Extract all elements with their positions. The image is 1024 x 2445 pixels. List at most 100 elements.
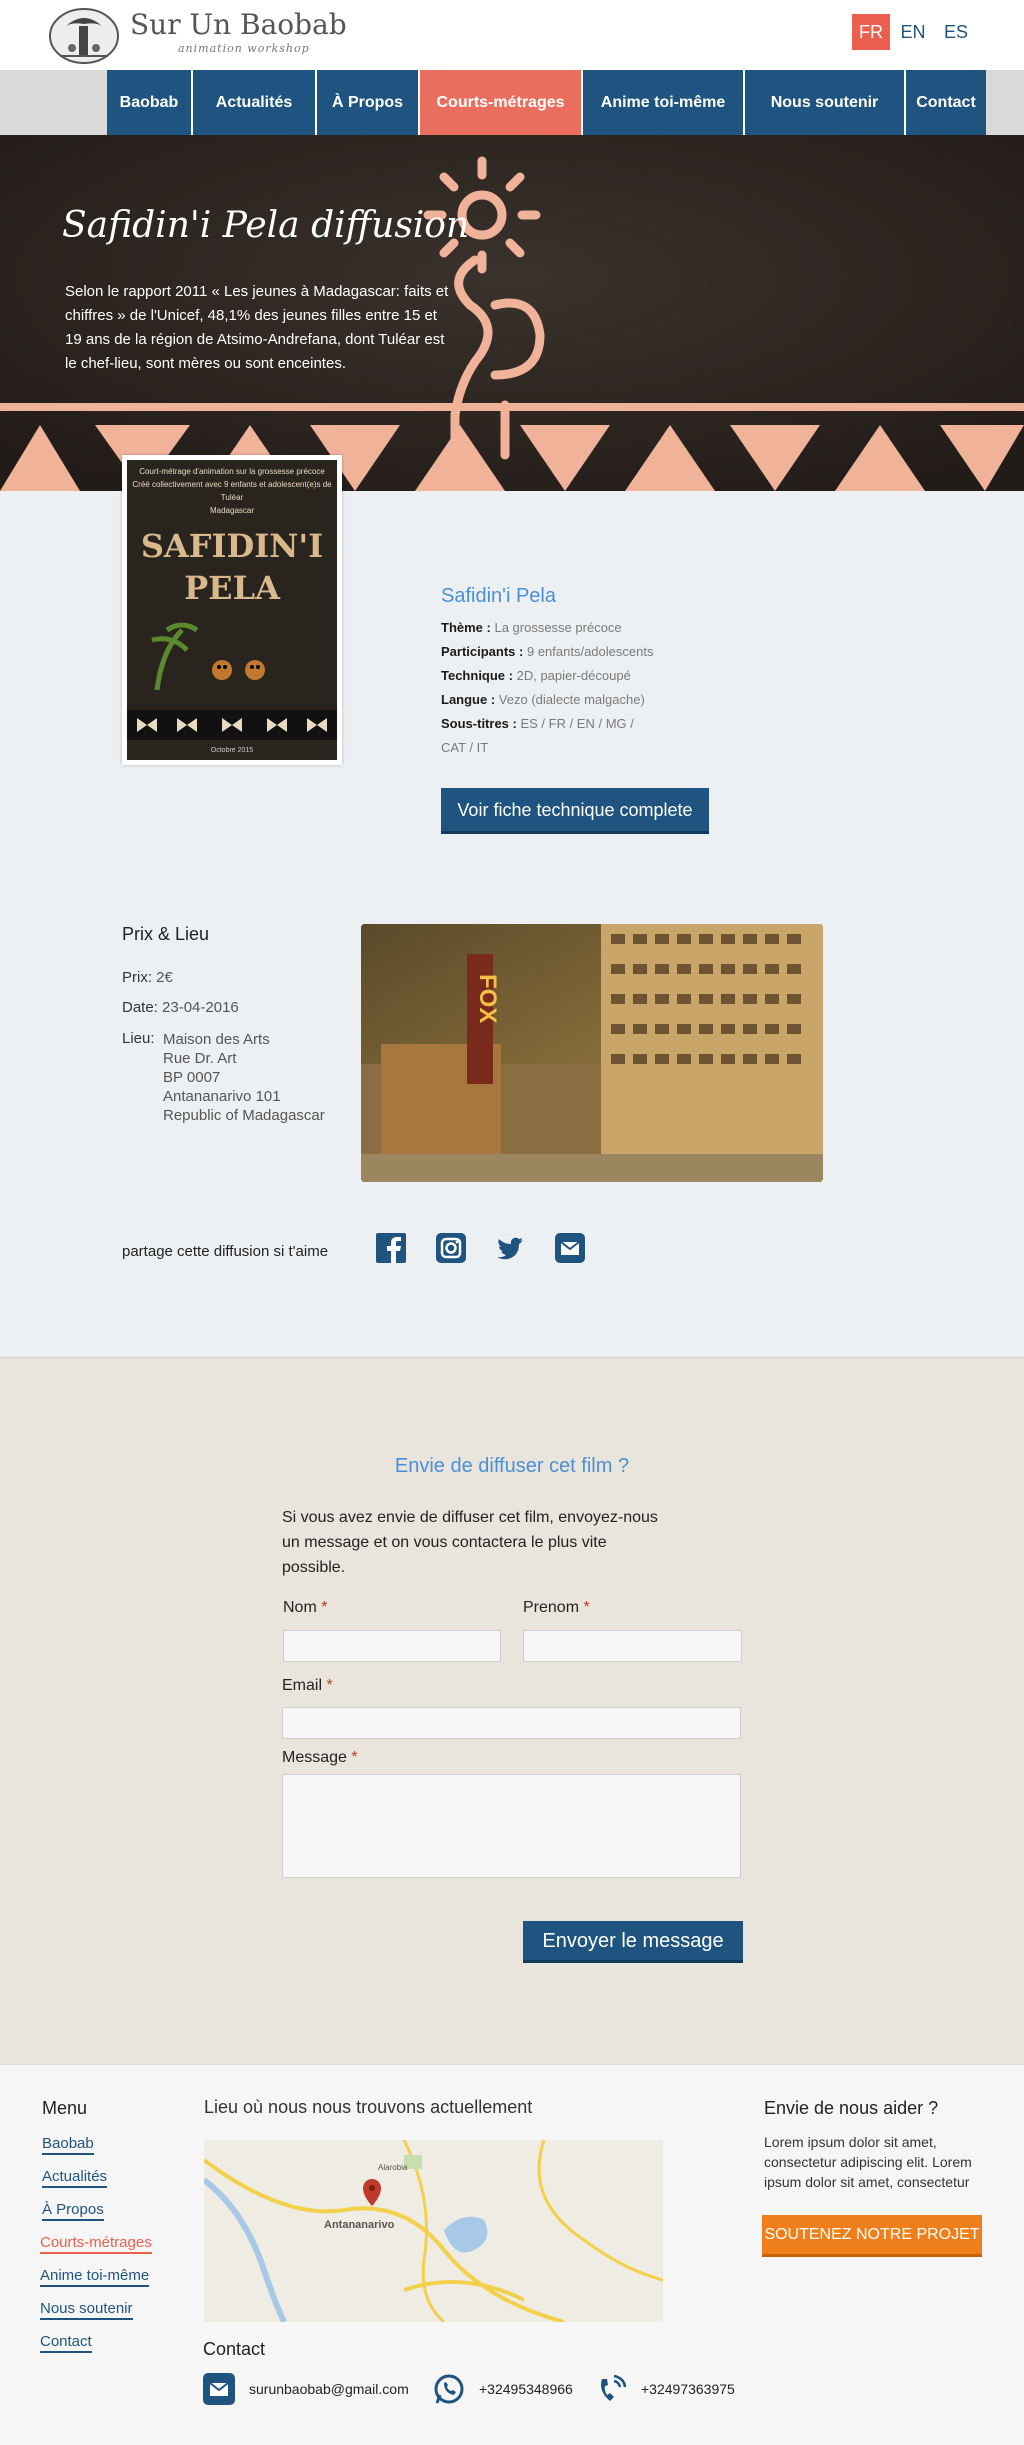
map-place-label: Alarobia [378, 2163, 408, 2172]
tech-sheet-button[interactable]: Voir fiche technique complete [441, 788, 709, 834]
place-label: Lieu: [122, 1030, 155, 1047]
spec-label: Participants : [441, 644, 524, 659]
nav-actualites[interactable]: Actualités [193, 70, 317, 135]
poster-caption: Court-métrage d'animation sur la grosses… [127, 465, 337, 517]
location-title: Lieu où nous nous trouvons actuellement [204, 2097, 533, 2117]
venue-photo: FOX [361, 924, 823, 1182]
message-label: Message * [282, 1749, 358, 1767]
spec-technique: Technique : 2D, papier-découpé [441, 664, 631, 688]
prenom-label: Prenom * [523, 1599, 590, 1617]
place-address: Maison des Arts Rue Dr. Art BP 0007 Anta… [163, 1030, 325, 1125]
required-mark: * [583, 1599, 590, 1616]
whatsapp-icon[interactable] [433, 2373, 465, 2405]
address-line: Antananarivo 101 [163, 1088, 281, 1105]
instagram-icon[interactable] [436, 1233, 466, 1263]
address-line: BP 0007 [163, 1069, 221, 1086]
email-icon[interactable] [555, 1233, 585, 1263]
price-value: 2€ [156, 969, 173, 986]
footer-menu-nous-soutenir[interactable]: Nous soutenir [40, 2300, 133, 2320]
map-image: Antananarivo Alarobia [204, 2140, 663, 2322]
spec-sous-titres-cont: CAT / IT [441, 740, 489, 755]
lang-en-button[interactable]: EN [894, 14, 932, 50]
nav-contact[interactable]: Contact [906, 70, 986, 135]
lang-es-button[interactable]: ES [937, 14, 975, 50]
spec-value: La grossesse précoce [494, 620, 622, 635]
date-label: Date: [122, 999, 158, 1016]
spec-label: Technique : [441, 668, 513, 683]
brand-name: Sur Un Baobab [130, 8, 347, 41]
footer-menu-courts-metrages[interactable]: Courts-métrages [40, 2234, 152, 2254]
spec-label: Thème : [441, 620, 491, 635]
footer-menu-a-propos[interactable]: À Propos [42, 2201, 104, 2221]
location-map[interactable]: Antananarivo Alarobia [204, 2140, 663, 2322]
nom-input[interactable] [283, 1630, 501, 1662]
spec-participants: Participants : 9 enfants/adolescents [441, 640, 653, 664]
help-title: Envie de nous aider ? [764, 2098, 939, 2118]
email-input[interactable] [282, 1707, 741, 1739]
address-line: Rue Dr. Art [163, 1050, 237, 1067]
nav-a-propos[interactable]: À Propos [317, 70, 420, 135]
nav-baobab[interactable]: Baobab [107, 70, 193, 135]
baobab-logo-icon [49, 8, 119, 64]
contact-email[interactable]: surunbaobab@gmail.com [249, 2381, 409, 2397]
spec-value: 9 enfants/adolescents [526, 644, 654, 659]
nom-label-text: Nom [283, 1599, 317, 1616]
contact-whatsapp[interactable]: +32495348966 [479, 2381, 573, 2397]
contact-form-intro: Si vous avez envie de diffuser cet film,… [282, 1509, 658, 1576]
support-project-button[interactable]: SOUTENEZ NOTRE PROJET [762, 2215, 982, 2257]
message-textarea[interactable] [282, 1774, 741, 1878]
lang-fr-button[interactable]: FR [852, 14, 890, 50]
spec-sous-titres: Sous-titres : ES / FR / EN / MG / [441, 712, 634, 736]
spec-label: Langue : [441, 692, 496, 707]
contact-form-title: Envie de diffuser cet film ? [394, 1455, 630, 1477]
contact-phone[interactable]: +32497363975 [641, 2381, 735, 2397]
poster-title-line: PELA [184, 569, 280, 607]
spec-value: Vezo (dialecte malgache) [498, 692, 645, 707]
prenom-input[interactable] [523, 1630, 742, 1662]
nav-nous-soutenir[interactable]: Nous soutenir [745, 70, 906, 135]
required-mark: * [351, 1749, 358, 1766]
film-poster[interactable]: Court-métrage d'animation sur la grosses… [122, 455, 342, 765]
nav-courts-metrages[interactable]: Courts-métrages [420, 70, 583, 135]
date-row: Date: 23-04-2016 [122, 999, 239, 1016]
footer-menu-actualites[interactable]: Actualités [42, 2168, 108, 2188]
footer-menu-anime-toi-meme[interactable]: Anime toi-même [40, 2267, 150, 2287]
spec-theme: Thème : La grossesse précoce [441, 616, 622, 640]
poster-caption-line: Créé collectivement avec 9 enfants et ad… [132, 480, 332, 502]
venue-sign-text: FOX [474, 974, 501, 1023]
footer-menu-contact[interactable]: Contact [40, 2333, 92, 2353]
facebook-icon[interactable] [376, 1233, 406, 1263]
footer-menu-baobab[interactable]: Baobab [42, 2135, 94, 2155]
email-label: Email * [282, 1677, 333, 1695]
address-line: Republic of Madagascar [163, 1107, 325, 1124]
help-text: Lorem ipsum dolor sit amet, consectetur … [764, 2134, 972, 2190]
poster-title: SAFIDIN'I PELA [127, 525, 337, 609]
send-message-button[interactable]: Envoyer le message [523, 1921, 743, 1963]
poster-caption-line: Madagascar [209, 506, 255, 515]
map-city-label: Antananarivo [324, 2219, 395, 2231]
prenom-label-text: Prenom [523, 1599, 580, 1616]
nom-label: Nom * [283, 1599, 327, 1617]
hero-description: Selon le rapport 2011 « Les jeunes à Mad… [65, 283, 449, 372]
prix-lieu-heading: Prix & Lieu [122, 924, 210, 944]
brand-tagline: animation workshop [178, 42, 310, 55]
film-title: Safidin'i Pela [441, 585, 556, 607]
price-label: Prix: [122, 969, 152, 986]
share-text: partage cette diffusion si t'aime [122, 1243, 329, 1260]
poster-title-line: SAFIDIN'I [140, 527, 324, 565]
poster-date: Octobre 2015 [210, 747, 254, 754]
price-row: Prix: 2€ [122, 969, 173, 986]
poster-caption-line: Court-métrage d'animation sur la grosses… [139, 467, 325, 476]
venue-photo-image: FOX [361, 924, 823, 1182]
spec-label: Sous-titres : [441, 716, 517, 731]
nav-anime-toi-meme[interactable]: Anime toi-même [583, 70, 745, 135]
hero-title: Safidin'i Pela diffusion [62, 205, 470, 246]
address-line: Maison des Arts [163, 1031, 270, 1048]
required-mark: * [321, 1599, 328, 1616]
footer-menu-title: Menu [42, 2098, 88, 2118]
phone-icon[interactable] [596, 2373, 628, 2405]
email-icon[interactable] [203, 2373, 235, 2405]
spec-value: ES / FR / EN / MG / [520, 716, 634, 731]
twitter-icon[interactable] [495, 1233, 525, 1263]
footer-contact-title: Contact [203, 2339, 266, 2359]
